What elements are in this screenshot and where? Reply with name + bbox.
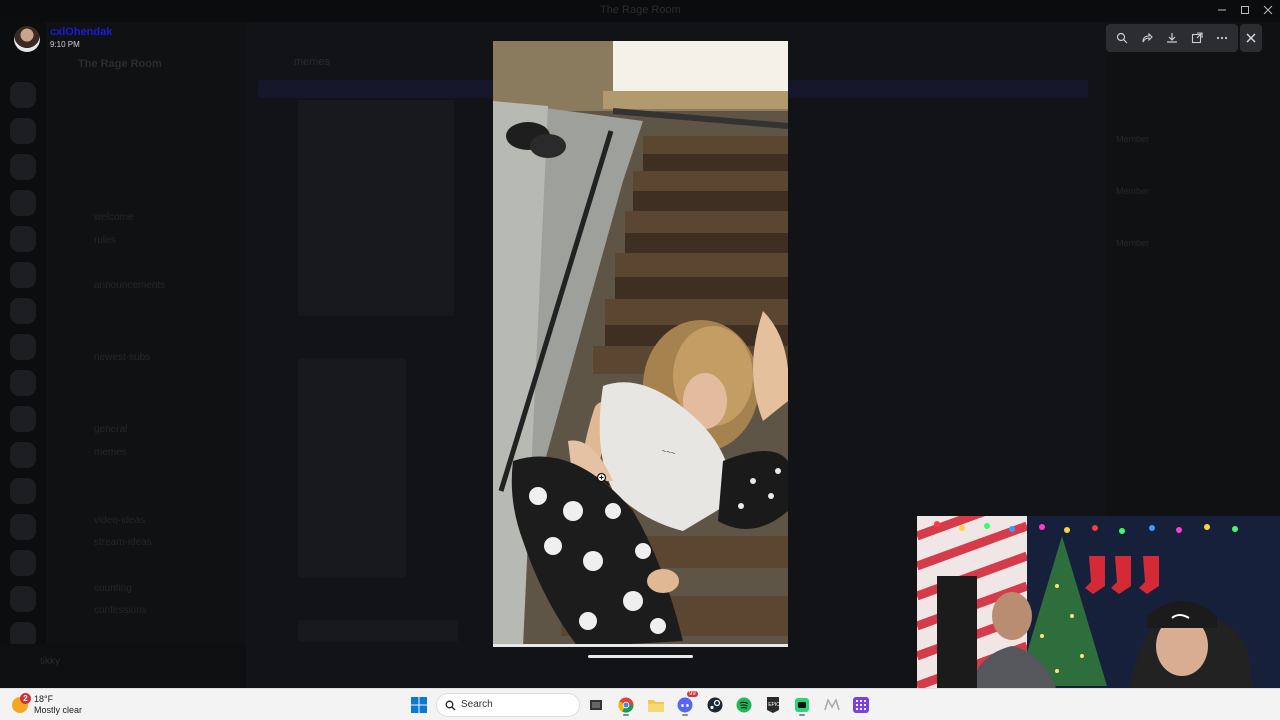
weather-badge: 2 xyxy=(20,693,31,704)
server-icon[interactable] xyxy=(10,406,36,432)
server-icon[interactable] xyxy=(10,514,36,540)
channel-item[interactable]: counting xyxy=(94,583,132,594)
post-time: 9:10 PM xyxy=(50,40,80,49)
message-image[interactable] xyxy=(298,100,454,316)
m-app-icon[interactable] xyxy=(820,693,844,717)
running-indicator xyxy=(682,714,688,716)
spotify-icon[interactable] xyxy=(732,693,756,717)
server-icon[interactable] xyxy=(10,262,36,288)
minimize-icon[interactable] xyxy=(1214,3,1230,17)
download-icon[interactable] xyxy=(1162,28,1182,48)
svg-text:EPIC: EPIC xyxy=(768,702,780,708)
channel-item[interactable]: newest-subs xyxy=(94,352,150,363)
steam-icon[interactable] xyxy=(703,693,727,717)
running-indicator xyxy=(799,714,805,716)
server-list xyxy=(0,22,46,688)
epic-games-icon[interactable]: EPIC xyxy=(761,693,785,717)
self-username[interactable]: tikky xyxy=(40,656,60,667)
image-viewer-toolbar xyxy=(1106,24,1238,52)
discord-badge: 99 xyxy=(687,691,698,697)
user-panel: tikky xyxy=(0,644,246,688)
windows-start-icon[interactable] xyxy=(407,693,431,717)
window-titlebar: The Rage Room xyxy=(0,0,1280,22)
chrome-icon[interactable] xyxy=(614,693,638,717)
server-icon[interactable] xyxy=(10,478,36,504)
author-name[interactable]: cxlOhendak xyxy=(50,26,112,38)
weather-temp: 18°F xyxy=(34,694,54,704)
app-icon[interactable] xyxy=(790,693,814,717)
maximize-icon[interactable] xyxy=(1237,3,1253,17)
message-input[interactable] xyxy=(298,620,458,642)
image-bottom-edge xyxy=(493,644,788,647)
channel-item[interactable]: confessions xyxy=(94,605,147,616)
zoom-icon[interactable] xyxy=(1112,28,1132,48)
member-item[interactable]: Member xyxy=(1116,186,1149,196)
channel-item[interactable]: general xyxy=(94,424,127,435)
server-icon[interactable] xyxy=(10,550,36,576)
member-item[interactable]: Member xyxy=(1116,238,1149,248)
weather-condition: Mostly clear xyxy=(34,705,83,715)
search-placeholder: Search xyxy=(461,699,493,710)
channel-item[interactable]: stream-ideas xyxy=(94,537,152,548)
folder-icon[interactable] xyxy=(644,693,668,717)
server-icon[interactable] xyxy=(10,334,36,360)
close-icon[interactable] xyxy=(1240,24,1262,52)
attachment-image[interactable]: ~~~ xyxy=(493,41,788,647)
server-icon[interactable] xyxy=(10,298,36,324)
server-icon[interactable] xyxy=(10,154,36,180)
avatar[interactable] xyxy=(14,26,40,52)
channel-item[interactable]: announcements xyxy=(94,280,165,291)
zoom-cursor-icon xyxy=(596,472,610,491)
channel-item[interactable]: welcome xyxy=(94,212,133,223)
forward-icon[interactable] xyxy=(1137,28,1157,48)
server-icon[interactable] xyxy=(10,226,36,252)
window-title: The Rage Room xyxy=(600,4,681,16)
screen: The Rage Room The Rage Room welcome rule… xyxy=(0,0,1280,688)
server-name[interactable]: The Rage Room xyxy=(78,58,162,70)
running-indicator xyxy=(623,714,629,716)
channel-item[interactable]: rules xyxy=(94,235,116,246)
server-icon[interactable] xyxy=(10,586,36,612)
server-icon[interactable] xyxy=(10,82,36,108)
server-icon[interactable] xyxy=(10,370,36,396)
server-icon[interactable] xyxy=(10,118,36,144)
window-close-icon[interactable] xyxy=(1260,3,1276,17)
windows-taskbar: 2 18°F Mostly clear Search 99 EPIC xyxy=(0,688,1280,720)
more-icon[interactable] xyxy=(1212,28,1232,48)
grid-app-icon[interactable] xyxy=(849,693,873,717)
discord-icon[interactable]: 99 xyxy=(673,691,698,717)
channel-header: memes xyxy=(294,56,331,68)
file-explorer-icon[interactable] xyxy=(584,693,608,717)
taskbar-search[interactable]: Search xyxy=(436,693,580,717)
carousel-indicator[interactable] xyxy=(588,655,693,658)
server-icon[interactable] xyxy=(10,190,36,216)
search-icon xyxy=(445,700,456,711)
message-image[interactable] xyxy=(298,358,406,578)
webcam-overlay xyxy=(917,516,1280,688)
open-external-icon[interactable] xyxy=(1187,28,1207,48)
member-item[interactable]: Member xyxy=(1116,134,1149,144)
server-icon[interactable] xyxy=(10,442,36,468)
channel-item[interactable]: memes xyxy=(94,447,127,458)
channel-item[interactable]: video-ideas xyxy=(94,515,145,526)
